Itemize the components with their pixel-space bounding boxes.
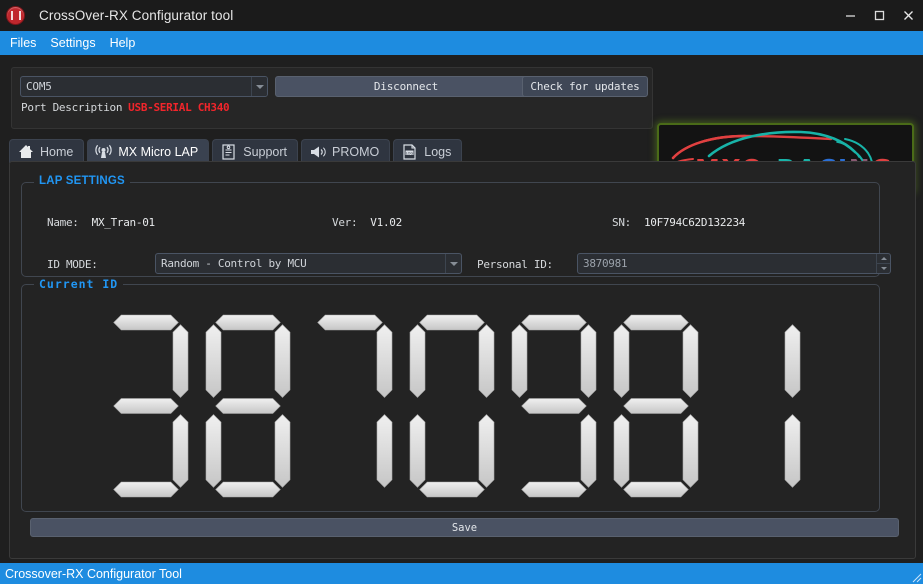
connection-panel: COM5 Disconnect Check for updates Port D… — [11, 67, 653, 129]
personal-id-label: Personal ID: — [477, 258, 553, 271]
window-controls — [836, 0, 923, 31]
disconnect-button[interactable]: Disconnect — [275, 76, 537, 97]
tab-support[interactable]: Support — [212, 139, 299, 163]
id-mode-label: ID MODE: — [47, 258, 98, 271]
tab-bar: Home MX Micro LAP Support PROMO LOG Logs — [9, 138, 465, 164]
tab-support-label: Support — [243, 144, 288, 159]
current-id-group: Current ID — [21, 277, 880, 512]
status-bar: Crossover-RX Configurator Tool — [0, 563, 923, 584]
tab-promo[interactable]: PROMO — [301, 139, 391, 163]
seven-segment-digit — [102, 313, 189, 498]
id-mode-select[interactable]: Random - Control by MCU — [155, 253, 462, 274]
seven-segment-digit — [612, 313, 699, 498]
megaphone-icon — [309, 143, 326, 160]
lap-settings-title: LAP SETTINGS — [34, 175, 130, 187]
save-button[interactable]: Save — [30, 518, 899, 537]
com-port-value: COM5 — [26, 80, 52, 93]
tab-logs-label: Logs — [424, 144, 452, 159]
tab-logs[interactable]: LOG Logs — [393, 139, 463, 163]
svg-text:LOG: LOG — [406, 151, 414, 155]
status-bar-text: Crossover-RX Configurator Tool — [5, 566, 182, 581]
menu-help[interactable]: Help — [103, 31, 143, 55]
com-port-select[interactable]: COM5 — [20, 76, 268, 97]
port-description-row: Port Description USB-SERIAL CH340 — [21, 101, 230, 114]
seven-segment-display — [22, 303, 879, 508]
seven-segment-digit — [204, 313, 291, 498]
tab-content-panel: LAP SETTINGS Name: MX_Tran-01 Ver: V1.02 S… — [9, 161, 916, 559]
name-value: MX_Tran-01 — [91, 216, 156, 229]
resize-grip-icon[interactable] — [909, 570, 922, 583]
tab-home-label: Home — [40, 144, 74, 159]
maximize-button[interactable] — [865, 0, 894, 31]
title-bar: CrossOver-RX Configurator tool — [0, 0, 923, 31]
seven-segment-digit — [306, 313, 393, 498]
tab-mx-micro-lap[interactable]: MX Micro LAP — [87, 139, 210, 164]
serial-number-value: 10F794C62D132234 — [643, 216, 746, 229]
chevron-down-icon[interactable] — [445, 254, 461, 273]
personal-id-input[interactable]: 3870981 — [577, 253, 891, 274]
port-description-value: USB-SERIAL CH340 — [128, 101, 230, 114]
version-label: Ver: — [332, 216, 358, 229]
window-title: CrossOver-RX Configurator tool — [39, 8, 234, 23]
serial-number-label: SN: — [612, 216, 631, 229]
seven-segment-digit — [510, 313, 597, 498]
current-id-title: Current ID — [34, 277, 124, 291]
antenna-icon — [95, 143, 112, 160]
tab-home[interactable]: Home — [9, 139, 85, 163]
menu-files[interactable]: Files — [3, 31, 43, 55]
name-field: Name: MX_Tran-01 — [47, 216, 155, 229]
stepper-down-icon[interactable] — [877, 264, 890, 273]
stepper-up-icon[interactable] — [877, 254, 890, 264]
tab-mx-micro-lap-label: MX Micro LAP — [118, 144, 199, 159]
minimize-button[interactable] — [836, 0, 865, 31]
menu-settings[interactable]: Settings — [43, 31, 102, 55]
version-value: V1.02 — [370, 216, 402, 229]
log-file-icon: LOG — [401, 143, 418, 160]
lap-settings-group: LAP SETTINGS Name: MX_Tran-01 Ver: V1.02 S… — [21, 175, 891, 277]
close-button[interactable] — [894, 0, 923, 31]
seven-segment-digit — [408, 313, 495, 498]
app-icon — [0, 0, 31, 31]
id-mode-value: Random - Control by MCU — [161, 257, 307, 270]
personal-id-value: 3870981 — [583, 257, 628, 270]
document-icon — [220, 143, 237, 160]
menu-bar: Files Settings Help — [0, 31, 923, 55]
tab-promo-label: PROMO — [332, 144, 380, 159]
name-label: Name: — [47, 216, 79, 229]
chevron-down-icon[interactable] — [251, 77, 267, 96]
version-field: Ver: V1.02 — [332, 216, 402, 229]
serial-number-field: SN: 10F794C62D132234 — [612, 216, 745, 229]
application-window: CrossOver-RX Configurator tool Files Set… — [0, 0, 923, 584]
main-content: COM5 Disconnect Check for updates Port D… — [0, 55, 923, 563]
seven-segment-digit — [714, 313, 801, 498]
home-icon — [17, 143, 34, 160]
check-updates-button[interactable]: Check for updates — [522, 76, 648, 97]
personal-id-stepper[interactable] — [876, 254, 890, 273]
port-description-label: Port Description — [21, 101, 123, 114]
